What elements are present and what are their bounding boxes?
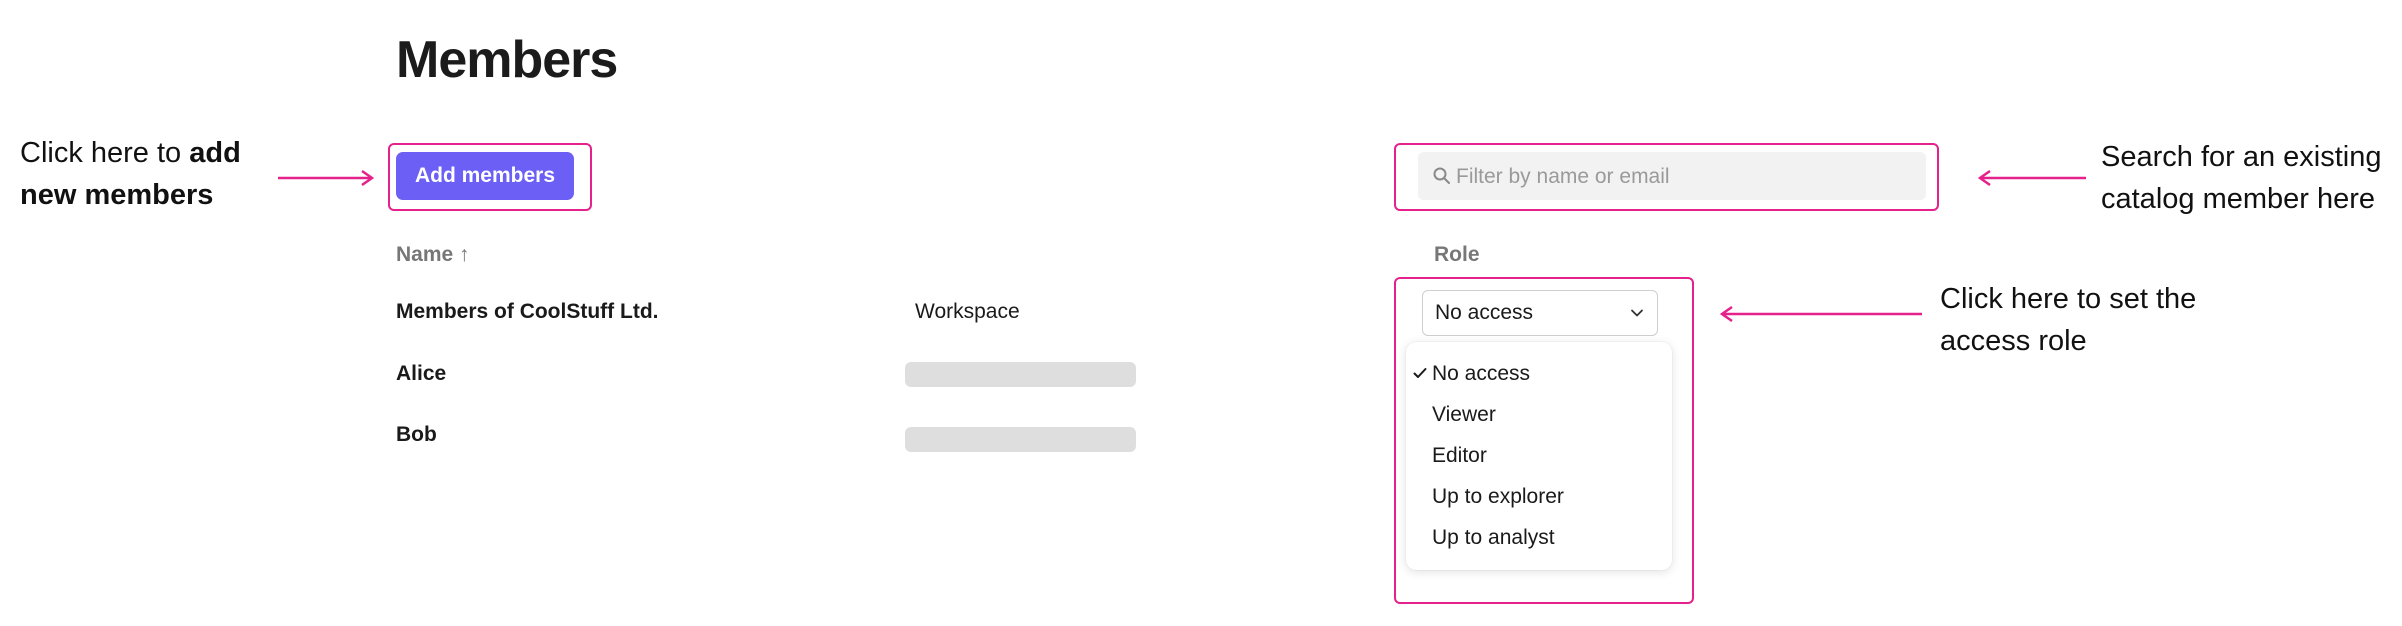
role-option-label: Up to explorer [1432,485,1564,508]
role-option-label: Viewer [1432,403,1496,426]
member-name: Alice [396,362,447,385]
role-select-value: No access [1435,301,1534,324]
chevron-down-icon [1631,309,1643,317]
column-header-name[interactable]: Name ↑ [396,243,470,267]
callout-text: Click here to [20,137,190,169]
column-header-role: Role [1434,243,1480,266]
role-option-label: Editor [1432,444,1487,467]
search-callout: Search for an existing catalog member he… [2101,136,2381,220]
callout-text: catalog member here [2101,183,2376,215]
member-type: Workspace [915,300,1020,323]
search-input[interactable] [1454,152,1918,202]
search-field[interactable] [1418,152,1926,202]
arrow-right-icon [278,169,375,187]
role-dropdown-menu: No access Viewer Editor Up to explorer U… [1406,342,1672,570]
search-icon [1433,167,1450,184]
loading-placeholder [905,362,1136,387]
check-icon [1413,368,1427,378]
callout-text: Click here to set the [1940,283,2197,315]
role-option-viewer[interactable]: Viewer [1406,395,1672,435]
arrow-left-icon [1977,169,2086,187]
add-members-callout: Click here to add new members [20,132,241,216]
arrow-left-icon [1719,305,1922,323]
loading-placeholder [905,427,1136,452]
role-callout: Click here to set the access role [1940,278,2196,362]
callout-bold: add [189,137,241,169]
add-members-button[interactable]: Add members [396,152,574,200]
role-option-up-to-explorer[interactable]: Up to explorer [1406,477,1672,517]
callout-bold: new members [20,179,214,211]
role-option-label: Up to analyst [1432,526,1555,549]
role-option-label: No access [1432,362,1531,385]
role-option-editor[interactable]: Editor [1406,436,1672,476]
role-select[interactable]: No access [1422,290,1658,336]
callout-text: access role [1940,325,2087,357]
page-title: Members [396,31,618,89]
role-option-up-to-analyst[interactable]: Up to analyst [1406,518,1672,558]
role-option-no-access[interactable]: No access [1406,354,1672,394]
member-name: Bob [396,423,437,446]
member-name: Members of CoolStuff Ltd. [396,300,659,323]
callout-text: Search for an existing [2101,141,2382,173]
